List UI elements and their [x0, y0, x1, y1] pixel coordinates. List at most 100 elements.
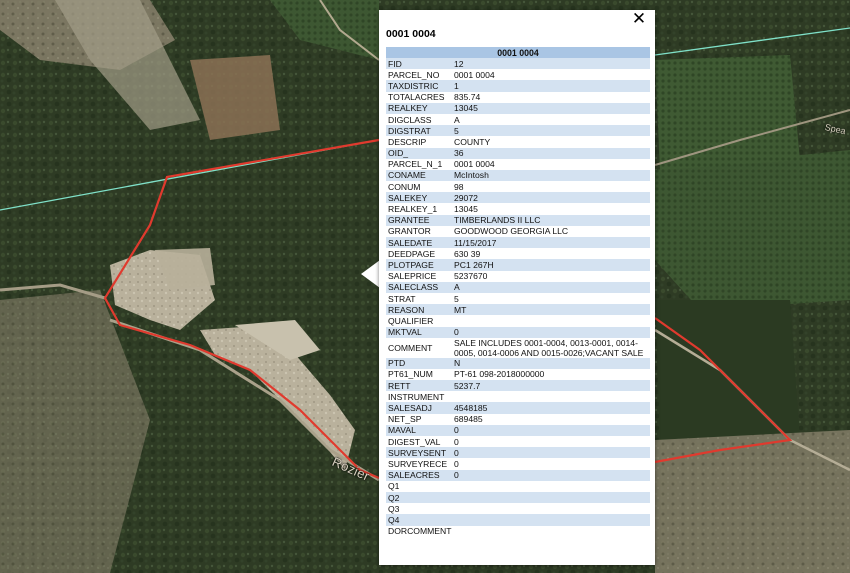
field-value: 0: [452, 326, 650, 338]
field-name: OID_: [386, 147, 452, 159]
field-value: 12: [452, 58, 650, 70]
table-row: TOTALACRES 835.74: [386, 91, 650, 103]
field-value: 0001 0004: [452, 69, 650, 81]
table-row: SALEACRES 0: [386, 469, 650, 481]
table-row: REALKEY_1 13045: [386, 203, 650, 215]
table-row: QUALIFIER: [386, 315, 650, 327]
field-name: DEEDPAGE: [386, 248, 452, 260]
field-value: [452, 525, 650, 537]
table-row: FID 12: [386, 58, 650, 70]
field-name: COMMENT: [386, 337, 452, 358]
table-row: PT61_NUM PT-61 098-2018000000: [386, 368, 650, 381]
field-value: 835.74: [452, 91, 650, 103]
field-value: 29072: [452, 192, 650, 204]
table-header: 0001 0004: [386, 47, 650, 58]
table-row: SALEPRICE 5237670: [386, 270, 650, 282]
field-value: 0001 0004: [452, 158, 650, 170]
field-name: PLOTPAGE: [386, 259, 452, 271]
field-name: CONAME: [386, 169, 452, 182]
field-value: SALE INCLUDES 0001-0004, 0013-0001, 0014…: [452, 337, 650, 358]
field-value: 0: [452, 436, 650, 448]
field-value: 5: [452, 125, 650, 137]
table-row: STRAT 5: [386, 292, 650, 305]
popup-title: 0001 0004: [386, 28, 436, 40]
field-value: N: [452, 357, 650, 369]
table-row: NET_SP 689485: [386, 413, 650, 425]
field-name: PTD: [386, 357, 452, 369]
table-row: MKTVAL 0: [386, 326, 650, 338]
attribute-rows: FID 12 PARCEL_NO 0001 0004 TAXDISTRIC 1 TOTALA…: [386, 58, 650, 537]
field-name: REALKEY: [386, 102, 452, 114]
field-name: SALEKEY: [386, 192, 452, 204]
field-name: RETT: [386, 380, 452, 392]
field-value: A: [452, 281, 650, 293]
table-row: SALEDATE 11/15/2017: [386, 237, 650, 249]
field-name: DORCOMMENT: [386, 525, 452, 537]
table-row: MAVAL 0: [386, 424, 650, 436]
table-header-row: 0001 0004: [386, 47, 650, 58]
table-row: TAXDISTRIC 1: [386, 80, 650, 92]
close-icon[interactable]: ✕: [631, 10, 647, 28]
field-value: 689485: [452, 413, 650, 425]
field-value: 13045: [452, 203, 650, 215]
table-row: COMMENT SALE INCLUDES 0001-0004, 0013-000…: [386, 337, 650, 358]
table-row: PTD N: [386, 357, 650, 369]
table-row: Q4: [386, 514, 650, 526]
table-row: DIGSTRAT 5: [386, 125, 650, 137]
table-row: OID_ 36: [386, 147, 650, 159]
table-row: PLOTPAGE PC1 267H: [386, 259, 650, 271]
table-row: SURVEYRECE 0: [386, 458, 650, 470]
field-value: 98: [452, 181, 650, 193]
field-name: GRANTEE: [386, 214, 452, 226]
field-name: CONUM: [386, 181, 452, 193]
field-name: STRAT: [386, 292, 452, 305]
field-name: Q3: [386, 503, 452, 515]
field-value: 5237.7: [452, 380, 650, 392]
field-name: TAXDISTRIC: [386, 80, 452, 92]
parcel-popup: ✕ 0001 0004 0001 0004 FID 12 PARCEL_NO 0001…: [379, 10, 655, 565]
field-value: GOODWOOD GEORGIA LLC: [452, 225, 650, 237]
field-value: 0: [452, 469, 650, 481]
table-row: SURVEYSENT 0: [386, 447, 650, 459]
field-value: [452, 514, 650, 526]
field-name: DIGEST_VAL: [386, 436, 452, 448]
sandy-lots: [655, 430, 850, 573]
table-row: Q1: [386, 480, 650, 492]
field-name: SALEDATE: [386, 237, 452, 249]
table-row: GRANTOR GOODWOOD GEORGIA LLC: [386, 225, 650, 237]
field-value: COUNTY: [452, 136, 650, 148]
table-row: SALEKEY 29072: [386, 192, 650, 204]
table-row: INSTRUMENT: [386, 391, 650, 403]
field-name: DIGSTRAT: [386, 125, 452, 137]
table-row: CONAME McIntosh: [386, 169, 650, 182]
table-row: DIGCLASS A: [386, 113, 650, 126]
field-value: 630 39: [452, 248, 650, 260]
field-name: PARCEL_N_1: [386, 158, 452, 170]
field-name: MAVAL: [386, 424, 452, 436]
table-row: SALECLASS A: [386, 281, 650, 293]
pine-plantation: [655, 55, 800, 170]
table-row: DIGEST_VAL 0: [386, 436, 650, 448]
table-row: Q3: [386, 503, 650, 515]
field-name: QUALIFIER: [386, 315, 452, 327]
field-name: TOTALACRES: [386, 91, 452, 103]
field-value: [452, 315, 650, 327]
field-name: FID: [386, 58, 452, 70]
field-value: [452, 503, 650, 515]
table-row: PARCEL_N_1 0001 0004: [386, 158, 650, 170]
field-name: SALESADJ: [386, 402, 452, 414]
field-name: PARCEL_NO: [386, 69, 452, 81]
table-row: REALKEY 13045: [386, 102, 650, 114]
field-value: 0: [452, 424, 650, 436]
field-value: [452, 480, 650, 492]
field-value: 13045: [452, 102, 650, 114]
field-name: MKTVAL: [386, 326, 452, 338]
field-value: 0: [452, 458, 650, 470]
field-value: MT: [452, 304, 650, 316]
field-name: REASON: [386, 304, 452, 316]
table-row: CONUM 98: [386, 181, 650, 193]
field-name: SURVEYRECE: [386, 458, 452, 470]
table-row: DEEDPAGE 630 39: [386, 248, 650, 260]
attribute-table: 0001 0004 FID 12 PARCEL_NO 0001 0004 TAXDIST…: [386, 47, 650, 537]
field-name: SALEPRICE: [386, 270, 452, 282]
